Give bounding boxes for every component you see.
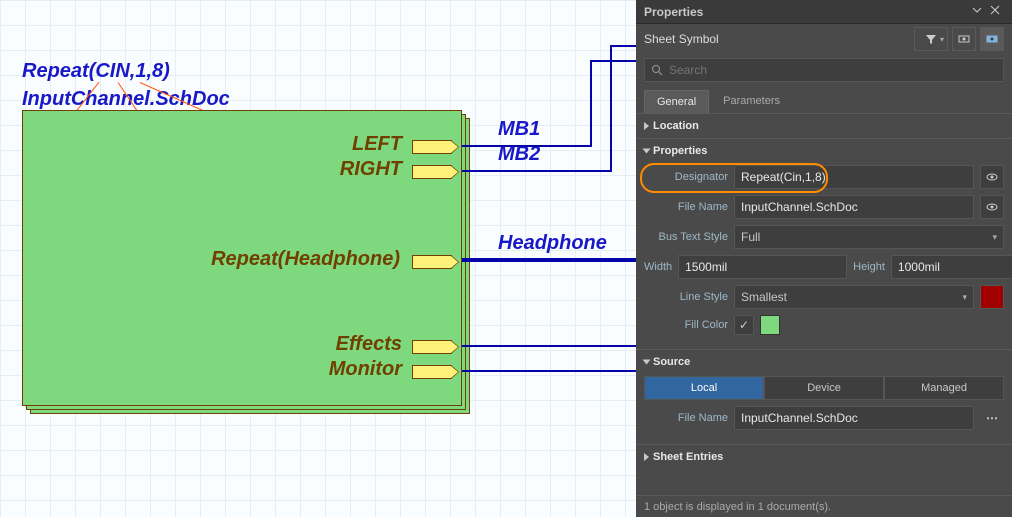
port-left[interactable] xyxy=(412,140,452,154)
status-bar: 1 object is displayed in 1 document(s). xyxy=(636,495,1012,517)
input-width[interactable] xyxy=(678,255,847,279)
net-headphone: Headphone xyxy=(498,232,607,255)
source-managed[interactable]: Managed xyxy=(884,376,1004,400)
net-mb1: MB1 xyxy=(498,118,540,141)
properties-panel: Properties Sheet Symbol General Paramete… xyxy=(636,0,1012,517)
label-height: Height xyxy=(853,261,885,273)
visibility-designator[interactable] xyxy=(980,165,1004,189)
swatch-fillcolor[interactable] xyxy=(760,315,780,335)
port-label-left: LEFT xyxy=(302,133,402,156)
port-label-effects: Effects xyxy=(302,333,402,356)
visibility-filename[interactable] xyxy=(980,195,1004,219)
sheet-title: Repeat(CIN,1,8) xyxy=(22,60,170,83)
label-designator: Designator xyxy=(644,171,728,183)
port-monitor[interactable] xyxy=(412,365,452,379)
port-label-monitor: Monitor xyxy=(302,358,402,381)
input-filename[interactable] xyxy=(734,195,974,219)
port-label-headphone: Repeat(Headphone) xyxy=(200,248,400,271)
checkbox-fillcolor[interactable]: ✓ xyxy=(734,315,754,335)
search-icon xyxy=(651,64,663,76)
port-effects[interactable] xyxy=(412,340,452,354)
input-designator[interactable] xyxy=(734,165,974,189)
section-location[interactable]: Location xyxy=(644,120,1004,132)
section-properties[interactable]: Properties xyxy=(644,145,1004,157)
search-input[interactable] xyxy=(669,63,997,77)
dropdown-icon[interactable] xyxy=(972,5,986,19)
mode-button-2[interactable] xyxy=(980,27,1004,51)
port-right[interactable] xyxy=(412,165,452,179)
mode-button-1[interactable] xyxy=(952,27,976,51)
section-sheet-entries[interactable]: Sheet Entries xyxy=(644,451,1004,463)
label-width: Width xyxy=(644,261,672,273)
port-label-right: RIGHT xyxy=(302,158,402,181)
section-source[interactable]: Source xyxy=(644,356,1004,368)
dropdown-linestyle[interactable]: Smallest xyxy=(734,285,974,309)
swatch-linecolor[interactable] xyxy=(980,285,1004,309)
tab-parameters[interactable]: Parameters xyxy=(711,90,792,113)
panel-title: Properties xyxy=(644,5,968,19)
label-linestyle: Line Style xyxy=(644,291,728,303)
filter-button[interactable] xyxy=(914,27,948,51)
source-local[interactable]: Local xyxy=(644,376,764,400)
label-fillcolor: Fill Color xyxy=(644,319,728,331)
label-bustext: Bus Text Style xyxy=(644,231,728,243)
schematic-canvas[interactable]: Repeat(CIN,1,8) InputChannel.SchDoc Chan… xyxy=(0,0,636,517)
label-filename: File Name xyxy=(644,201,728,213)
tab-general[interactable]: General xyxy=(644,90,709,113)
source-device[interactable]: Device xyxy=(764,376,884,400)
panel-header: Properties xyxy=(636,0,1012,24)
input-height[interactable] xyxy=(891,255,1012,279)
browse-button[interactable]: ⋯ xyxy=(980,406,1004,430)
object-type: Sheet Symbol xyxy=(644,32,910,46)
input-src-filename[interactable] xyxy=(734,406,974,430)
close-icon[interactable] xyxy=(990,5,1004,19)
label-src-filename: File Name xyxy=(644,412,728,424)
search-box[interactable] xyxy=(644,58,1004,82)
dropdown-bustext[interactable]: Full xyxy=(734,225,1004,249)
port-headphone[interactable] xyxy=(412,255,452,269)
